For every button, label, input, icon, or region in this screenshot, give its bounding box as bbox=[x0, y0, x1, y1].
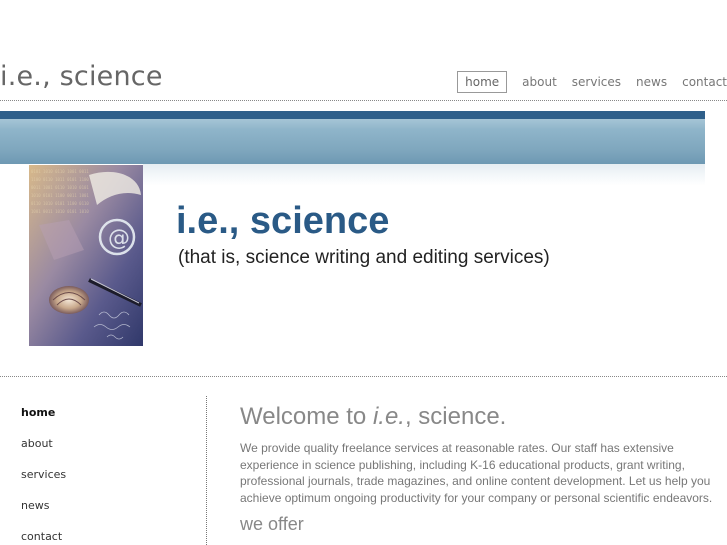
svg-text:@: @ bbox=[108, 226, 130, 251]
top-nav-contact[interactable]: contact bbox=[682, 75, 727, 89]
svg-text:1010 0101 1100 0011 1001: 1010 0101 1100 0011 1001 bbox=[31, 193, 89, 198]
site-title: i.e., science bbox=[0, 61, 163, 92]
offer-heading: we offer bbox=[240, 514, 304, 534]
top-nav-services[interactable]: services bbox=[572, 75, 621, 89]
top-nav-news[interactable]: news bbox=[636, 75, 667, 89]
hero-title: i.e., science bbox=[176, 200, 390, 242]
sidebar-item-services[interactable]: services bbox=[21, 466, 66, 497]
sidebar-item-home[interactable]: home bbox=[21, 404, 66, 435]
hero-subtitle: (that is, science writing and editing se… bbox=[178, 247, 550, 268]
banner-fade bbox=[143, 164, 705, 186]
sidebar-item-contact[interactable]: contact bbox=[21, 528, 66, 545]
svg-text:0101 1010 0110 1001 0011: 0101 1010 0110 1001 0011 bbox=[31, 169, 89, 174]
header-divider bbox=[0, 100, 727, 101]
intro-paragraph: We provide quality freelance services at… bbox=[240, 441, 713, 505]
svg-text:1001 0011 1010 0101 1010: 1001 0011 1010 0101 1010 bbox=[31, 209, 89, 214]
content-divider bbox=[0, 376, 727, 377]
welcome-suffix: , science. bbox=[404, 403, 507, 430]
top-nav-about[interactable]: about bbox=[522, 75, 557, 89]
sidebar-item-news[interactable]: news bbox=[21, 497, 66, 528]
svg-text:1100 0110 1011 0101 1100: 1100 0110 1011 0101 1100 bbox=[31, 177, 89, 182]
sidebar-divider bbox=[206, 396, 207, 545]
svg-text:0110 1010 0101 1100 0110: 0110 1010 0101 1100 0110 bbox=[31, 201, 89, 206]
top-nav-home[interactable]: home bbox=[457, 70, 508, 93]
welcome-heading: Welcome to i.e., science. bbox=[240, 403, 506, 431]
sidebar-nav: home about services news contact bbox=[21, 404, 66, 545]
welcome-emphasis: i.e. bbox=[372, 403, 405, 430]
banner-accent-stripe bbox=[0, 111, 705, 119]
top-nav: home about services news contact bbox=[457, 70, 727, 93]
svg-text:0011 1001 0110 1010 0101: 0011 1001 0110 1010 0101 bbox=[31, 185, 89, 190]
sidebar-item-about[interactable]: about bbox=[21, 435, 66, 466]
welcome-prefix: Welcome to bbox=[240, 403, 373, 430]
science-collage-image: 0101 1010 0110 1001 0011 1100 0110 1011 … bbox=[29, 165, 143, 346]
